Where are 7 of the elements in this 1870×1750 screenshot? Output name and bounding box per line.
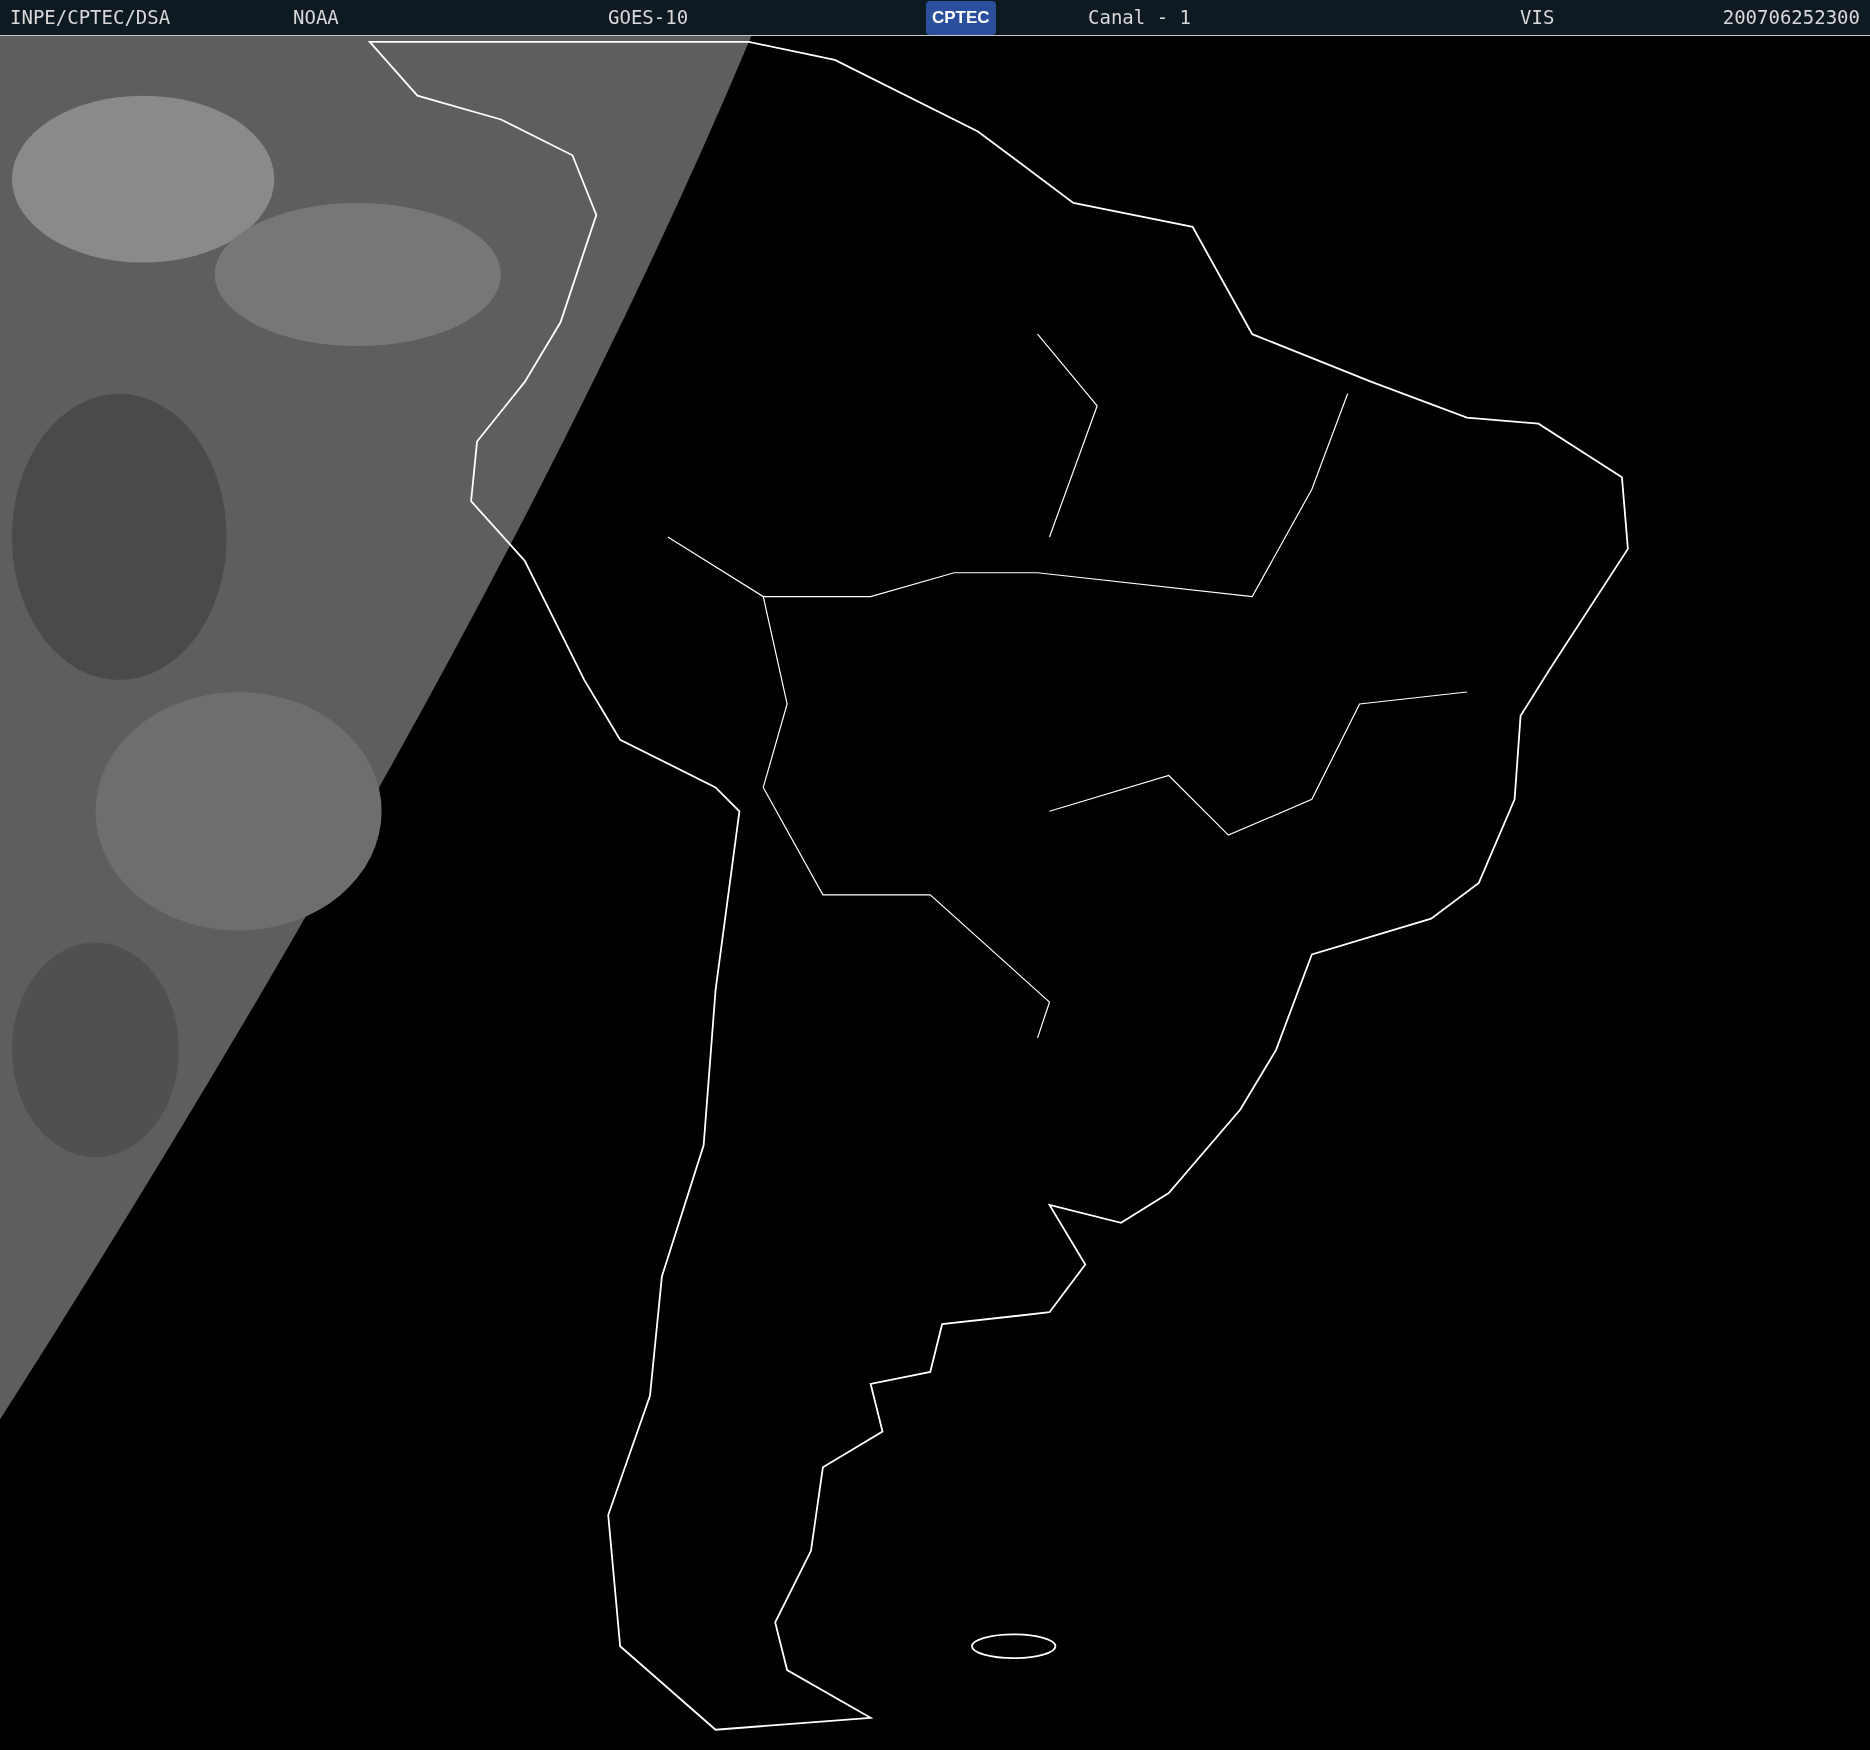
timestamp-label: 200706252300 <box>1722 5 1860 31</box>
agency-label: INPE/CPTEC/DSA <box>10 5 171 31</box>
channel-label: Canal - 1 <box>1088 5 1191 31</box>
band-label: VIS <box>1520 5 1555 31</box>
operator-label: NOAA <box>293 5 339 31</box>
logo: CPTEC <box>926 0 996 35</box>
satellite-label: GOES-10 <box>608 5 689 31</box>
